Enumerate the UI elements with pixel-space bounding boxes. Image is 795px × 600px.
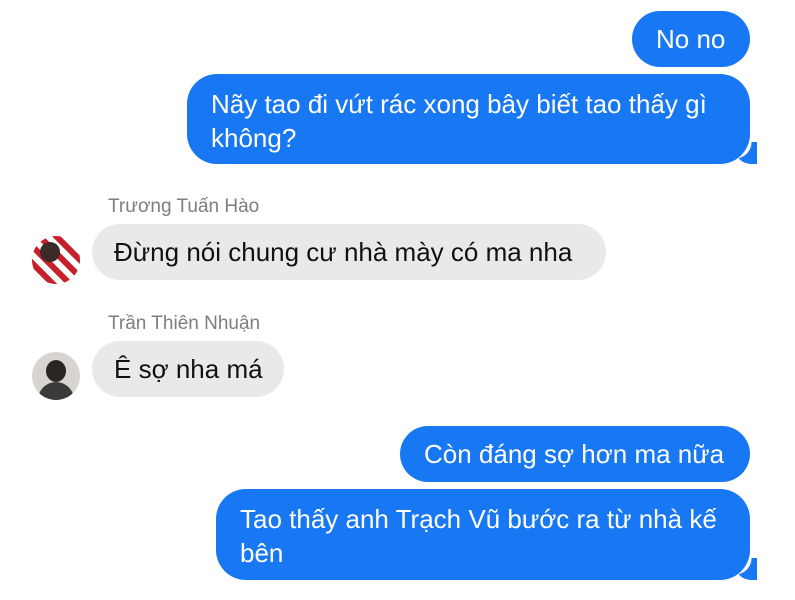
message-text: No no xyxy=(656,24,726,54)
avatar-icon[interactable] xyxy=(32,236,80,284)
sender-name: Trương Tuấn Hào xyxy=(108,196,260,217)
message-text: Ê sợ nha má xyxy=(114,354,263,384)
incoming-message[interactable]: Ê sợ nha má xyxy=(92,341,284,397)
outgoing-message[interactable]: No no xyxy=(632,11,750,67)
outgoing-message[interactable]: Tao thấy anh Trạch Vũ bước ra từ nhà kế … xyxy=(216,489,757,580)
message-text: Tao thấy anh Trạch Vũ bước ra từ nhà kế … xyxy=(240,504,717,568)
outgoing-message[interactable]: Còn đáng sợ hơn ma nữa xyxy=(400,426,750,482)
message-text: Nãy tao đi vứt rác xong bây biết tao thấ… xyxy=(211,89,707,153)
sender-name: Trần Thiên Nhuận xyxy=(108,313,261,334)
incoming-message[interactable]: Đừng nói chung cư nhà mày có ma nha xyxy=(92,224,606,280)
chat-thread: No no Nãy tao đi vứt rác xong bây biết t… xyxy=(0,0,795,600)
avatar-icon[interactable] xyxy=(32,352,80,400)
outgoing-message[interactable]: Nãy tao đi vứt rác xong bây biết tao thấ… xyxy=(187,74,757,164)
message-text: Còn đáng sợ hơn ma nữa xyxy=(424,439,725,469)
message-text: Đừng nói chung cư nhà mày có ma nha xyxy=(114,237,573,267)
